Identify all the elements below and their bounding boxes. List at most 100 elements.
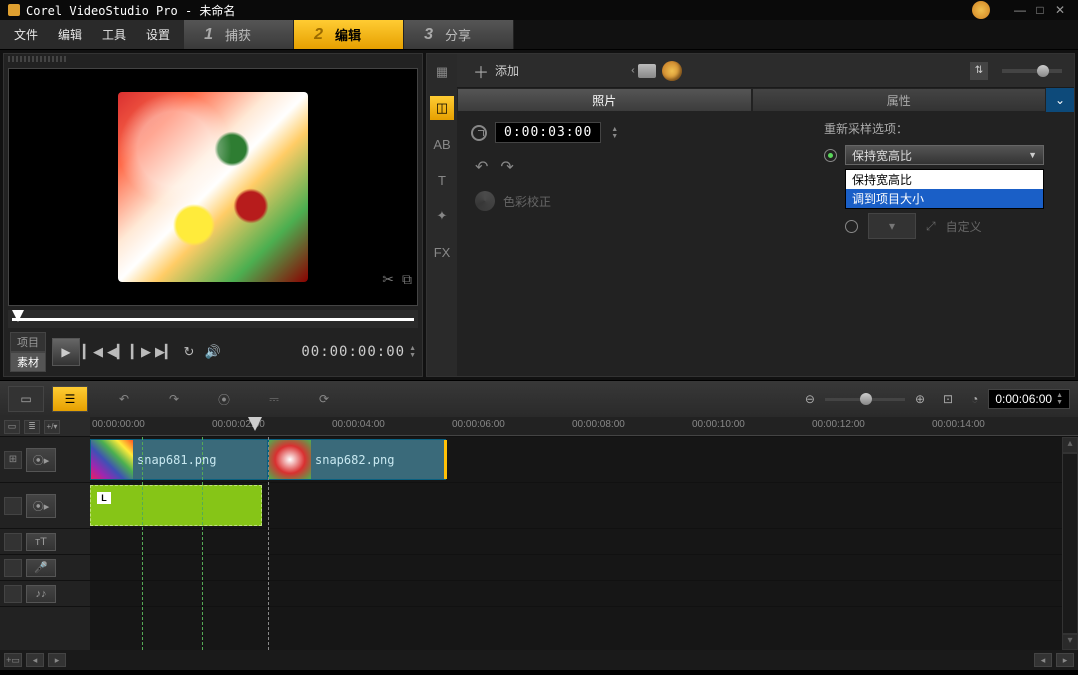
playhead-line[interactable] (268, 437, 269, 650)
preview-timecode[interactable]: 00:00:00:00 (301, 344, 405, 360)
scroll-left-end-icon[interactable]: ◂ (1034, 653, 1052, 667)
step-share[interactable]: 3 分享 (404, 20, 514, 49)
resample-combo[interactable]: 保持宽高比 (845, 145, 1044, 165)
record-button[interactable]: ⦿ (210, 387, 238, 411)
menu-settings[interactable]: 设置 (136, 22, 180, 47)
add-button[interactable]: ＋ 添加 (465, 57, 527, 85)
music-track-header[interactable]: ♪♪ (0, 581, 90, 607)
audio-mixer-button[interactable]: ⎓ (260, 387, 288, 411)
maximize-button[interactable]: □ (1030, 3, 1050, 17)
rotate-right-icon[interactable]: ↷ (500, 157, 513, 177)
spinner-up-icon[interactable]: ▲ (409, 345, 416, 352)
video-track-icon[interactable]: ⦿▸ (26, 448, 56, 472)
undo-button[interactable]: ↶ (110, 387, 138, 411)
scrub-bar[interactable] (8, 310, 418, 328)
chevrons-left-icon[interactable]: ‹‹ (631, 65, 632, 76)
add-track-icon[interactable]: +▭ (4, 653, 22, 667)
overlay-track-icon[interactable]: ⦿▸ (26, 494, 56, 518)
spinner-down-icon[interactable]: ▼ (1056, 399, 1063, 406)
add-marker-icon[interactable]: +/▾ (44, 420, 60, 434)
title-track-icon[interactable]: ᴛT (26, 533, 56, 551)
scroll-up-icon[interactable]: ▴ (1062, 437, 1078, 453)
thumbnail-size-slider[interactable] (1002, 69, 1062, 73)
sort-button[interactable]: ⇅ (970, 62, 988, 80)
overlay-clip[interactable]: L (90, 485, 262, 526)
music-lane[interactable] (90, 581, 1078, 607)
folder-icon[interactable] (638, 64, 656, 78)
voice-lane[interactable] (90, 555, 1078, 581)
scroll-left-icon[interactable]: ◂ (26, 653, 44, 667)
scroll-right-icon[interactable]: ▸ (48, 653, 66, 667)
redo-button[interactable]: ↷ (160, 387, 188, 411)
zoom-in-icon[interactable]: ⊕ (915, 392, 925, 406)
spinner-down-icon[interactable]: ▼ (611, 133, 618, 140)
cookie-icon[interactable] (662, 61, 682, 81)
voice-track-header[interactable]: 🎤 (0, 555, 90, 581)
dropdown-option-fit-project[interactable]: 调到项目大小 (846, 189, 1043, 208)
track-visibility-icon[interactable]: ⊞ (4, 451, 22, 469)
scissors-icon[interactable]: ✂ (382, 271, 394, 288)
volume-button[interactable]: 🔊 (202, 341, 224, 363)
text-icon[interactable]: T (430, 168, 454, 192)
track-visibility-icon[interactable] (4, 559, 22, 577)
video-track-header[interactable]: ⊞ ⦿▸ (0, 437, 90, 483)
mode-clip[interactable]: 素材 (10, 352, 46, 372)
track-visibility-icon[interactable] (4, 497, 22, 515)
radio-custom[interactable] (845, 220, 858, 233)
fit-timeline-icon[interactable]: ⊡ (943, 392, 953, 406)
fx-icon[interactable]: FX (430, 240, 454, 264)
track-visibility-icon[interactable] (4, 533, 22, 551)
view-toggle-icon[interactable]: ▭ (4, 420, 20, 434)
storyboard-mode-button[interactable]: ▭ (8, 386, 44, 412)
scroll-down-icon[interactable]: ▾ (1062, 634, 1078, 650)
close-button[interactable]: ✕ (1050, 3, 1070, 17)
tab-photo[interactable]: 照片 (457, 88, 752, 112)
multi-trim-icon[interactable]: ⧉ (402, 271, 412, 288)
music-track-icon[interactable]: ♪♪ (26, 585, 56, 603)
play-button[interactable]: ▶ (52, 338, 80, 366)
title-icon[interactable]: AB (430, 132, 454, 156)
title-track-header[interactable]: ᴛT (0, 529, 90, 555)
next-frame-button[interactable]: ▎▶ (130, 341, 152, 363)
transition-icon[interactable]: ◫ (430, 96, 454, 120)
zoom-out-icon[interactable]: ⊖ (805, 392, 815, 406)
video-lane[interactable]: snap681.png snap682.png (90, 437, 1078, 483)
voice-track-icon[interactable]: 🎤 (26, 559, 56, 577)
timeline-mode-button[interactable]: ☰ (52, 386, 88, 412)
video-clip-2[interactable]: snap682.png (268, 439, 446, 480)
project-duration[interactable]: 0:00:06:00 ▲ ▼ (988, 389, 1070, 409)
menu-edit[interactable]: 编辑 (48, 22, 92, 47)
scroll-right-end-icon[interactable]: ▸ (1056, 653, 1074, 667)
mode-project[interactable]: 项目 (10, 332, 46, 352)
slider-knob-icon[interactable] (1037, 65, 1049, 77)
batch-convert-button[interactable]: ⟳ (310, 387, 338, 411)
go-start-button[interactable]: ▎◀ (82, 341, 104, 363)
rotate-left-icon[interactable]: ↶ (475, 157, 488, 177)
track-body[interactable]: snap681.png snap682.png L ▴ (90, 437, 1078, 650)
preview-canvas[interactable] (8, 68, 418, 306)
grip-icon[interactable] (8, 56, 68, 62)
spinner-up-icon[interactable]: ▲ (1056, 392, 1063, 399)
zoom-knob-icon[interactable] (860, 393, 872, 405)
menu-file[interactable]: 文件 (4, 22, 48, 47)
crop-box-icon[interactable]: ▾ (868, 213, 916, 239)
pan-zoom-icon[interactable]: ⤢ (926, 219, 936, 234)
expand-button[interactable]: ⌄ (1046, 88, 1074, 112)
dropdown-option-keep-aspect[interactable]: 保持宽高比 (846, 170, 1043, 189)
list-toggle-icon[interactable]: ≣ (24, 420, 40, 434)
minimize-button[interactable]: — (1010, 3, 1030, 17)
prev-frame-button[interactable]: ◀▎ (106, 341, 128, 363)
media-library-icon[interactable]: ▦ (430, 60, 454, 84)
graphics-icon[interactable]: ✦ (430, 204, 454, 228)
clip-end-marker[interactable] (444, 440, 447, 479)
overlay-track-header[interactable]: ⦿▸ (0, 483, 90, 529)
spinner-up-icon[interactable]: ▲ (611, 126, 618, 133)
zoom-slider[interactable] (825, 398, 905, 401)
title-lane[interactable] (90, 529, 1078, 555)
duration-field[interactable]: 0:00:03:00 (495, 122, 601, 143)
track-visibility-icon[interactable] (4, 585, 22, 603)
video-clip-1[interactable]: snap681.png (90, 439, 268, 480)
repeat-button[interactable]: ↻ (178, 341, 200, 363)
overlay-lane[interactable]: L (90, 483, 1078, 529)
step-capture[interactable]: 1 捕获 (184, 20, 294, 49)
